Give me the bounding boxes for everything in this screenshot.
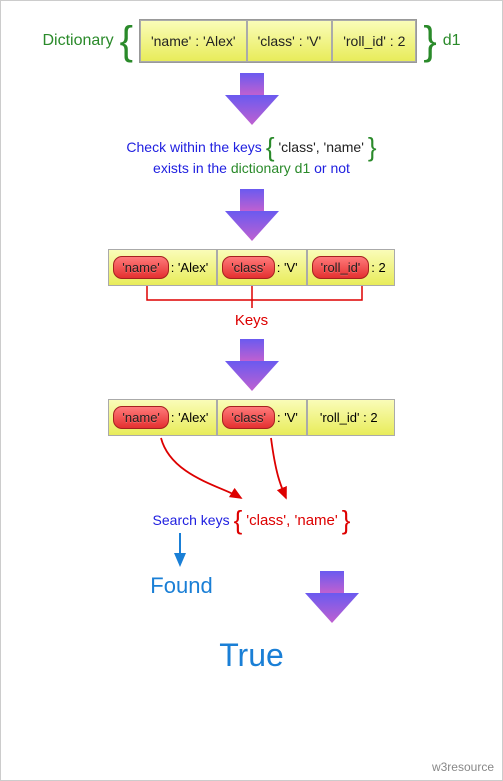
dict-cells-pills: 'name' : 'Alex' 'class' : 'V' 'roll_id' …: [108, 249, 395, 286]
flow-arrow-icon: [222, 339, 282, 393]
key-pill: 'roll_id': [312, 256, 370, 279]
flow-arrow-icon: [222, 73, 282, 127]
down-arrow-icon: [150, 531, 210, 571]
check-keys-inline: 'class', 'name': [279, 137, 364, 158]
check-line2-pre: exists in the: [153, 160, 227, 176]
dictionary-word: Dictionary: [42, 32, 113, 50]
brace-open: {: [266, 137, 275, 158]
plain-cell: 'roll_id' : 2: [312, 407, 386, 428]
dict-cell: 'name' : 'Alex': [108, 249, 217, 286]
dictionary-definition: Dictionary { 'name' : 'Alex' 'class' : '…: [42, 19, 460, 63]
found-label: Found: [150, 573, 212, 599]
brace-open: {: [120, 25, 133, 57]
key-pill: 'class': [222, 256, 275, 279]
dict-cell: 'roll_id' : 2: [332, 20, 416, 62]
dict-cells-search: 'name' : 'Alex' 'class' : 'V' 'roll_id' …: [108, 399, 394, 436]
dict-cell: 'name' : 'Alex': [108, 399, 217, 436]
value-text: : 'Alex': [171, 260, 208, 275]
key-pill: 'name': [113, 256, 168, 279]
key-pill: 'name': [113, 406, 168, 429]
flow-arrow-icon: [222, 189, 282, 243]
dict-cell: 'class' : 'V': [217, 249, 306, 286]
dict-cell: 'class' : 'V': [247, 20, 333, 62]
value-text: : 'V': [277, 260, 298, 275]
dict-cell: 'class' : 'V': [217, 399, 306, 436]
search-label: Search keys: [153, 512, 230, 528]
brace-close: }: [423, 25, 436, 57]
value-text: : 2: [371, 260, 385, 275]
key-pill: 'class': [222, 406, 275, 429]
brace-open: {: [234, 510, 243, 531]
match-arrows: [121, 436, 381, 506]
dictionary-var: d1: [443, 32, 461, 50]
found-section: Found: [150, 531, 212, 599]
search-match-block: 'name' : 'Alex' 'class' : 'V' 'roll_id' …: [108, 399, 394, 531]
keys-highlight-block: 'name' : 'Alex' 'class' : 'V' 'roll_id' …: [102, 249, 402, 329]
search-keys-row: Search keys { 'class', 'name' }: [153, 510, 351, 531]
value-text: : 'Alex': [171, 410, 208, 425]
dict-cell: 'name' : 'Alex': [140, 20, 247, 62]
dict-cell: 'roll_id' : 2: [307, 249, 395, 286]
value-text: : 'V': [277, 410, 298, 425]
keys-bracket-connector: [102, 286, 402, 310]
dict-cell: 'roll_id' : 2: [307, 399, 395, 436]
search-keys-text: 'class', 'name': [246, 512, 338, 529]
brace-close: }: [368, 137, 377, 158]
keys-label: Keys: [235, 312, 268, 329]
check-line1-pre: Check within the keys: [126, 137, 261, 158]
check-description: Check within the keys { 'class', 'name' …: [126, 137, 376, 179]
check-line2-post: or not: [314, 160, 350, 176]
dict-ref: dictionary d1: [231, 160, 310, 176]
attribution: w3resource: [432, 760, 494, 774]
result-label: True: [219, 637, 284, 674]
brace-close: }: [342, 510, 351, 531]
dictionary-cells: 'name' : 'Alex' 'class' : 'V' 'roll_id' …: [139, 19, 417, 63]
flow-arrow-icon: [302, 571, 362, 625]
